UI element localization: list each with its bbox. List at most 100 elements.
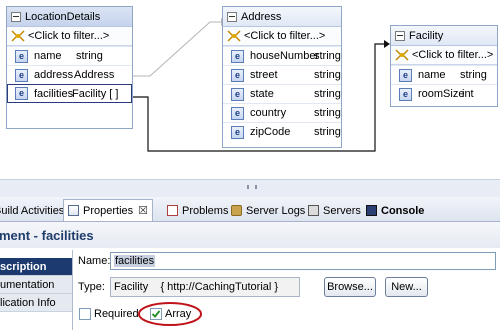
element-icon: e — [15, 49, 28, 63]
tab-label: Build Activities — [0, 204, 65, 217]
location-details-header[interactable]: LocationDetails — [7, 7, 132, 27]
splitter-grip-icon[interactable] — [247, 185, 257, 189]
field-row-state[interactable]: e state string — [223, 84, 341, 103]
console-icon — [366, 205, 377, 216]
address-header[interactable]: Address — [223, 7, 341, 27]
new-label: New... — [391, 281, 422, 293]
facility-filter[interactable]: <Click to filter...> — [391, 46, 497, 65]
element-icon: e — [231, 87, 244, 101]
filter-icon — [227, 30, 241, 42]
address-connector — [133, 21, 221, 77]
field-type: string — [314, 50, 341, 62]
field-type: string — [314, 107, 341, 119]
properties-header: ment - facilities — [0, 222, 500, 248]
field-type: string — [314, 69, 341, 81]
field-name: country — [250, 107, 287, 119]
location-details-title: LocationDetails — [25, 10, 101, 23]
side-tab-label: scription — [0, 260, 47, 273]
field-type: string — [314, 126, 341, 138]
field-name: name — [418, 69, 446, 81]
field-row-zipcode[interactable]: e zipCode string — [223, 122, 341, 141]
field-row-roomsize[interactable]: e roomSize int — [391, 84, 497, 103]
type-field: Facility { http://CachingTutorial } — [110, 277, 300, 297]
facility-header[interactable]: Facility — [391, 26, 497, 46]
field-row-country[interactable]: e country string — [223, 103, 341, 122]
field-row-address[interactable]: e address Address — [7, 65, 132, 84]
location-details-filter[interactable]: <Click to filter...> — [7, 27, 132, 46]
address-filter[interactable]: <Click to filter...> — [223, 27, 341, 46]
field-type: Address — [74, 69, 115, 81]
properties-form: Name: facilities Type: Facility { http:/… — [73, 250, 500, 330]
field-row-name[interactable]: e name string — [7, 46, 132, 65]
browse-label: Browse... — [327, 281, 373, 293]
address-box[interactable]: Address <Click to filter...> e houseNumb… — [222, 6, 342, 148]
field-type: string — [76, 50, 103, 62]
filter-label: <Click to filter...> — [412, 49, 494, 61]
field-type: Facility [ ] — [72, 87, 119, 100]
properties-title: ment - facilities — [0, 227, 94, 243]
browse-button[interactable]: Browse... — [324, 277, 376, 297]
facility-title: Facility — [409, 29, 444, 42]
element-icon: e — [399, 87, 412, 101]
side-tab-label: lication Info — [0, 296, 56, 309]
collapse-icon[interactable] — [11, 11, 21, 22]
side-tab-documentation[interactable]: umentation — [0, 276, 72, 294]
tab-build-activities[interactable]: Build Activities — [0, 201, 64, 220]
filter-label: <Click to filter...> — [28, 30, 110, 42]
field-name: name — [34, 50, 62, 62]
element-icon: e — [15, 87, 28, 100]
field-type: string — [314, 88, 341, 100]
collapse-icon[interactable] — [227, 11, 237, 22]
element-icon: e — [231, 68, 244, 82]
element-icon: e — [399, 68, 412, 82]
filter-icon — [11, 30, 25, 42]
side-tab-description[interactable]: scription — [0, 258, 72, 276]
location-details-box[interactable]: LocationDetails <Click to filter...> e n… — [6, 6, 133, 129]
address-title: Address — [241, 10, 282, 23]
filter-icon — [395, 49, 409, 61]
field-row-facilities[interactable]: e facilities Facility [ ] — [7, 84, 132, 103]
properties-side-tabs: scription umentation lication Info — [0, 250, 73, 330]
name-field[interactable]: facilities — [110, 252, 496, 270]
tab-console[interactable]: Console — [366, 201, 424, 220]
tab-server-logs[interactable]: Server Logs — [231, 201, 305, 220]
field-name: zipCode — [250, 126, 291, 138]
highlight-ellipse — [138, 302, 202, 326]
field-name: street — [250, 69, 278, 81]
field-name: state — [250, 88, 274, 100]
field-type: string — [460, 69, 487, 81]
element-icon: e — [231, 106, 244, 120]
properties-icon — [68, 205, 79, 216]
tab-label: Problems — [182, 204, 229, 217]
facility-box[interactable]: Facility <Click to filter...> e name str… — [390, 25, 498, 107]
required-checkbox[interactable] — [79, 308, 91, 320]
field-row-name[interactable]: e name string — [391, 65, 497, 84]
tab-label: Console — [381, 204, 425, 217]
server-logs-icon — [231, 205, 242, 216]
field-name: roomSize — [418, 88, 465, 100]
element-icon: e — [231, 49, 244, 63]
problems-icon — [167, 205, 178, 216]
type-value: Facility { http://CachingTutorial } — [114, 281, 279, 293]
field-row-street[interactable]: e street string — [223, 65, 341, 84]
required-label: Required — [94, 308, 139, 320]
tab-properties[interactable]: Properties ☒ — [63, 199, 154, 221]
close-icon[interactable]: ☒ — [138, 204, 148, 217]
tab-label: Servers — [323, 204, 361, 217]
field-row-housenumber[interactable]: e houseNumber string — [223, 46, 341, 65]
tab-label: Properties — [83, 204, 134, 217]
name-value: facilities — [114, 255, 156, 267]
servers-icon — [308, 205, 319, 216]
new-button[interactable]: New... — [385, 277, 428, 297]
field-name: address — [34, 69, 74, 81]
tab-label: Server Logs — [246, 204, 306, 217]
name-label: Name: — [78, 255, 111, 267]
collapse-icon[interactable] — [395, 30, 405, 41]
type-label: Type: — [78, 281, 105, 293]
side-tab-application-info[interactable]: lication Info — [0, 294, 72, 312]
side-tab-label: umentation — [0, 278, 55, 291]
tab-servers[interactable]: Servers — [308, 201, 361, 220]
field-name: facilities — [34, 87, 74, 100]
tab-problems[interactable]: Problems — [167, 201, 228, 220]
field-name: houseNumber — [250, 50, 320, 62]
